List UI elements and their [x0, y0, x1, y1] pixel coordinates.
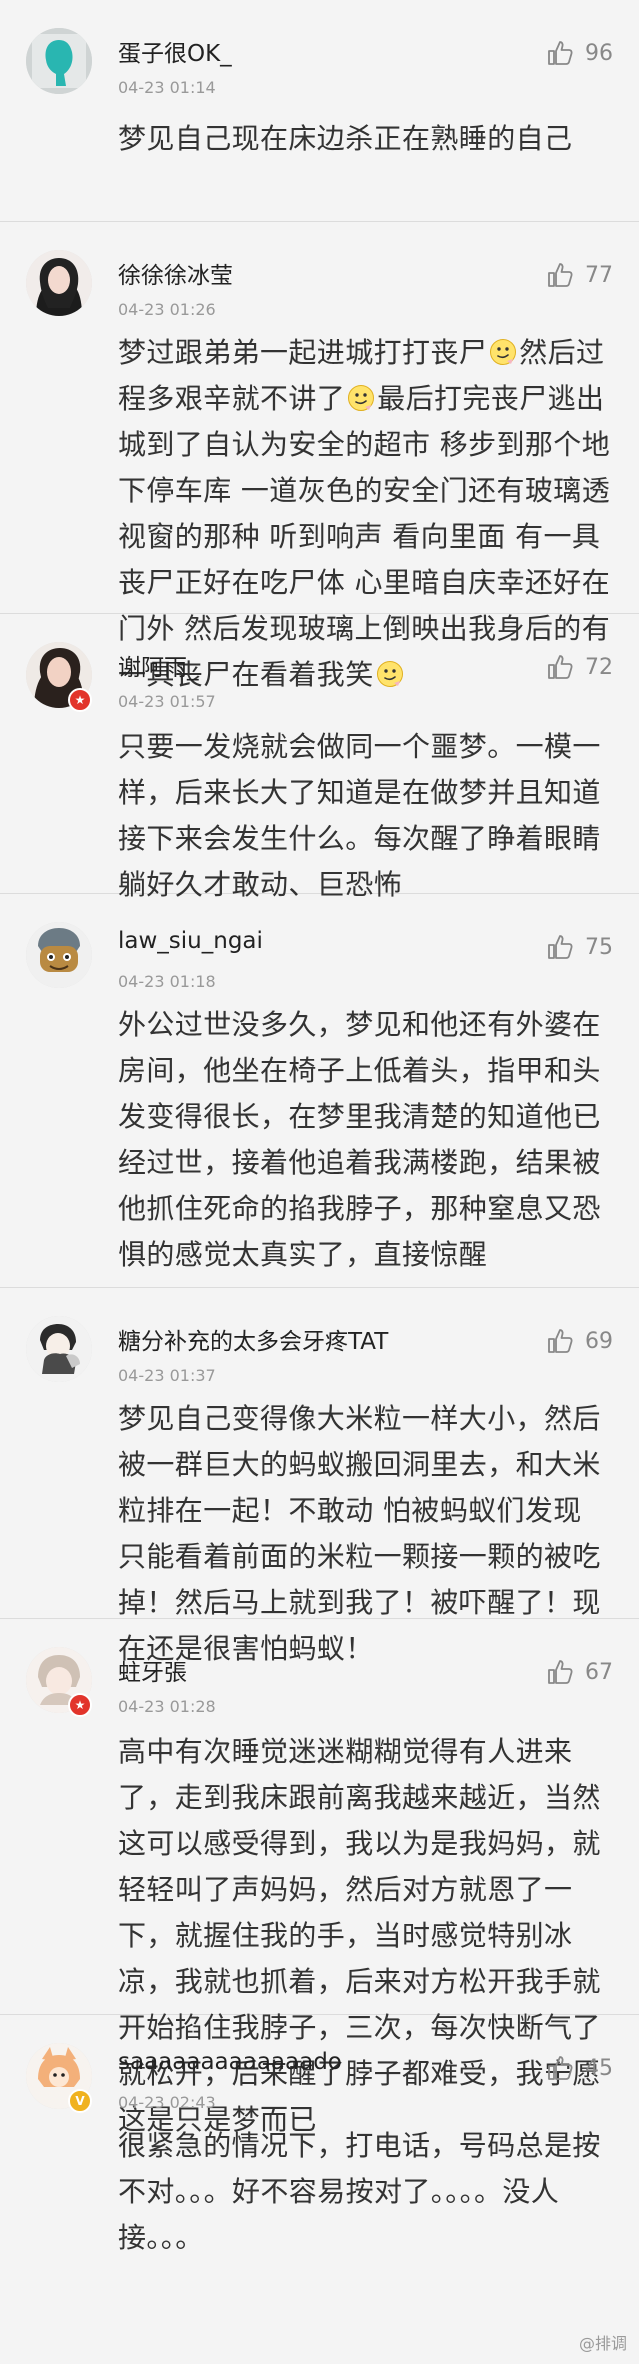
avatar[interactable]	[26, 922, 92, 988]
timestamp: 04-23 01:18	[118, 972, 216, 991]
like-count: 96	[585, 40, 613, 66]
comment-item: 糖分补充的太多会牙疼TAT 04-23 01:37 69 梦见自己变得像大米粒一…	[0, 1288, 639, 1665]
like-count: 75	[585, 934, 613, 960]
like-button[interactable]: 45	[545, 2053, 613, 2083]
smirk-emoji-icon	[490, 339, 517, 365]
verified-badge: ★	[68, 1693, 92, 1717]
thumbs-up-icon	[548, 655, 573, 679]
comment-item: 徐徐徐冰莹 04-23 01:26 77 梦过跟弟弟一起进城打打丧尸 然后过程多艰…	[0, 222, 639, 691]
comment-text-part: 外公过世没多久，梦见和他还有外婆在房间，他坐在椅子上低着头，指甲和头发变得很长，…	[118, 1008, 601, 1271]
comment-item: law_siu_ngai 04-23 01:18 75 外公过世没多久，梦见和他…	[0, 894, 639, 1288]
like-button[interactable]: 75	[545, 932, 613, 962]
comment-text-part: 只要一发烧就会做同一个噩梦。一模一样，后来长大了知道是在做梦并且知道接下来会发生…	[118, 730, 601, 901]
username[interactable]: 蛀牙張	[118, 1653, 187, 1687]
timestamp: 04-23 01:14	[118, 78, 216, 97]
comment-item: 蛋子很OK_ 04-23 01:14 96 梦见自己现在床边杀正在熟睡的自己	[0, 0, 639, 222]
comment-text: 只要一发烧就会做同一个噩梦。一模一样，后来长大了知道是在做梦并且知道接下来会发生…	[118, 724, 615, 908]
watermark: @排调	[578, 2334, 627, 2353]
username[interactable]: 蛋子很OK_	[118, 34, 232, 68]
comment-list: 蛋子很OK_ 04-23 01:14 96 梦见自己现在床边杀正在熟睡的自己 徐…	[0, 0, 639, 2364]
timestamp: 04-23 02:43	[118, 2093, 216, 2112]
comment-text: 外公过世没多久，梦见和他还有外婆在房间，他坐在椅子上低着头，指甲和头发变得很长，…	[118, 1002, 615, 1278]
like-button[interactable]: 67	[545, 1657, 613, 1687]
like-button[interactable]: 77	[545, 260, 613, 290]
thumbs-up-icon	[548, 935, 573, 959]
avatar[interactable]	[26, 1316, 92, 1382]
comment-item: ★ 谢阿雨_ 04-23 01:57 72 只要一发烧就会做同一个噩梦。一模一样…	[0, 614, 639, 901]
thumbs-up-icon	[548, 41, 573, 65]
thumbs-up-icon	[548, 1660, 573, 1684]
comment-text-part: 梦见自己现在床边杀正在熟睡的自己	[118, 122, 573, 155]
like-count: 72	[585, 654, 613, 680]
thumbs-up-icon	[548, 263, 573, 287]
like-count: 69	[585, 1328, 613, 1354]
username[interactable]: 谢阿雨_	[118, 648, 199, 682]
like-button[interactable]: 72	[545, 652, 613, 682]
thumbs-up-icon	[548, 2056, 573, 2080]
timestamp: 04-23 01:37	[118, 1366, 216, 1385]
like-count: 67	[585, 1659, 613, 1685]
like-button[interactable]: 96	[545, 38, 613, 68]
timestamp: 04-23 01:57	[118, 692, 216, 711]
comment-text-part: 梦过跟弟弟一起进城打打丧尸	[118, 336, 488, 369]
like-count: 77	[585, 262, 613, 288]
comment-text-part: 很紧急的情况下，打电话，号码总是按不对。。。好不容易按对了。。。。没人接。。。	[118, 2129, 601, 2254]
verified-badge: ★	[68, 688, 92, 712]
like-count: 45	[585, 2055, 613, 2081]
like-button[interactable]: 69	[545, 1326, 613, 1356]
comment-item: ★ 蛀牙張 04-23 01:28 67 高中有次睡觉迷迷糊糊觉得有人进来了，走…	[0, 1619, 639, 2136]
username[interactable]: law_siu_ngai	[118, 928, 263, 954]
thumbs-up-icon	[548, 1329, 573, 1353]
username[interactable]: 糖分补充的太多会牙疼TAT	[118, 1322, 388, 1356]
smirk-emoji-icon	[348, 385, 375, 411]
comment-text: 梦见自己现在床边杀正在熟睡的自己	[118, 116, 615, 162]
verified-badge: V	[68, 2089, 92, 2113]
username[interactable]: 徐徐徐冰莹	[118, 256, 233, 290]
avatar[interactable]	[26, 28, 92, 94]
avatar[interactable]	[26, 250, 92, 316]
timestamp: 04-23 01:28	[118, 1697, 216, 1716]
comment-text: 很紧急的情况下，打电话，号码总是按不对。。。好不容易按对了。。。。没人接。。。	[118, 2123, 615, 2261]
timestamp: 04-23 01:26	[118, 300, 216, 319]
comment-item: V saaaaaaaaaaaaado 04-23 02:43 45 很紧急的情况…	[0, 2015, 639, 2364]
username[interactable]: saaaaaaaaaaaaado	[118, 2049, 342, 2075]
